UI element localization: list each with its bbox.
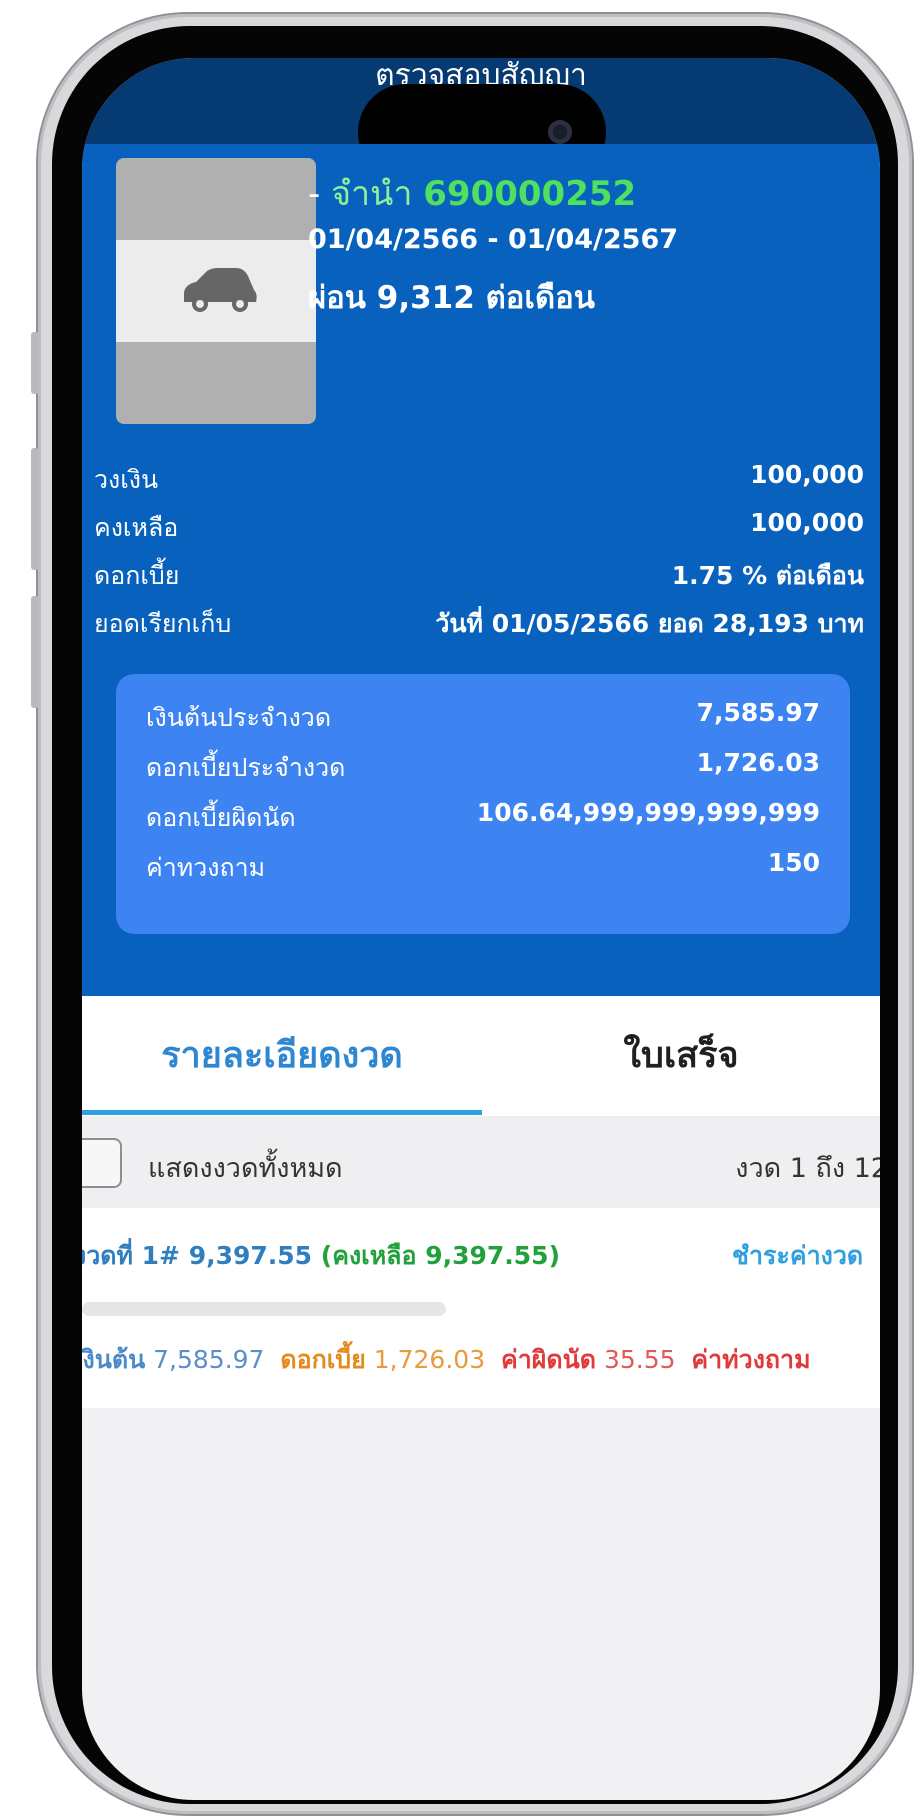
tab-bar: รายละเอียดงวด ใบเสร็จ — [82, 996, 880, 1116]
contract-dash: - — [308, 174, 321, 214]
show-all-checkbox[interactable] — [82, 1138, 122, 1188]
installment-value: 7,585.97 — [696, 698, 820, 727]
installment-row-late-interest: ดอกเบี้ยผิดนัด 106.64,999,999,999,999 — [146, 794, 820, 836]
installment-row-interest: ดอกเบี้ยประจำงวด 1,726.03 — [146, 744, 820, 786]
contract-number: 690000252 — [423, 174, 637, 214]
screen: ตรวจสอบสัญญา - จำนำ 690000252 01/04/2566… — [82, 58, 880, 1800]
installment-remaining: (คงเหลือ 9,397.55) — [320, 1241, 561, 1270]
car-image-band — [116, 240, 316, 342]
installment-number-amount: งวดที่ 1# 9,397.55 — [82, 1241, 313, 1270]
contract-type: จำนำ — [331, 174, 413, 214]
summary-label: วงเงิน — [94, 465, 159, 494]
contract-period: 01/04/2566 - 01/04/2567 — [308, 224, 679, 255]
car-icon — [184, 268, 257, 312]
interest-value: 1,726.03 — [373, 1345, 486, 1374]
installment-label: ดอกเบี้ยประจำงวด — [146, 753, 346, 782]
installment-value: 1,726.03 — [696, 748, 820, 777]
car-thumbnail[interactable] — [116, 158, 316, 424]
camera-icon — [548, 120, 572, 144]
summary-value: 100,000 — [750, 460, 864, 489]
summary-label: คงเหลือ — [94, 513, 179, 542]
summary-label: ดอกเบี้ย — [94, 561, 180, 590]
interest-label: ดอกเบี้ย — [280, 1345, 366, 1374]
installment-row-collection-fee: ค่าทวงถาม 150 — [146, 844, 820, 886]
contract-heading: - จำนำ 690000252 — [308, 166, 636, 220]
contract-installment: ผ่อน 9,312 ต่อเดือน — [308, 280, 595, 316]
tab-receipts[interactable]: ใบเสร็จ — [482, 996, 880, 1116]
principal-label: เงินต้น — [82, 1345, 146, 1374]
volume-up-button — [31, 448, 39, 570]
summary-row-billing: ยอดเรียกเก็บ วันที่ 01/05/2566 ยอด 28,19… — [94, 598, 864, 642]
installment-breakdown: เงินต้น 7,585.97 ดอกเบี้ย 1,726.03 ค่าผิ… — [82, 1340, 811, 1380]
summary-value: 1.75 % ต่อเดือน — [671, 561, 864, 590]
active-tab-indicator — [82, 1110, 482, 1115]
late-fee-label: ค่าผิดนัด — [501, 1345, 596, 1374]
payment-progress-bar — [82, 1302, 446, 1316]
installment-value: 150 — [767, 848, 820, 877]
volume-down-button — [31, 596, 39, 708]
installment-row-principal: เงินต้นประจำงวด 7,585.97 — [146, 694, 820, 736]
installment-label: ค่าทวงถาม — [146, 853, 266, 882]
installment-breakdown-box: เงินต้นประจำงวด 7,585.97 ดอกเบี้ยประจำงว… — [116, 674, 850, 934]
summary-row-limit: วงเงิน 100,000 — [94, 454, 864, 498]
show-all-label: แสดงงวดทั้งหมด — [148, 1153, 343, 1184]
installment-label: ดอกเบี้ยผิดนัด — [146, 803, 296, 832]
summary-value: 100,000 — [750, 508, 864, 537]
installment-label: เงินต้นประจำงวด — [146, 703, 332, 732]
installment-value: 106.64,999,999,999,999 — [476, 798, 820, 827]
collection-fee-label: ค่าท่วงถาม — [691, 1345, 811, 1374]
filter-bar: แสดงงวดทั้งหมด งวด 1 ถึง 12 — [82, 1116, 880, 1208]
summary-row-interest: ดอกเบี้ย 1.75 % ต่อเดือน — [94, 550, 864, 594]
pay-installment-button[interactable]: ชำระค่างวด — [732, 1236, 863, 1276]
principal-value: 7,585.97 — [153, 1345, 265, 1374]
silent-switch — [31, 332, 39, 394]
installment-title: งวดที่ 1# 9,397.55 (คงเหลือ 9,397.55) — [82, 1236, 560, 1276]
late-fee-value: 35.55 — [603, 1345, 676, 1374]
summary-row-remaining: คงเหลือ 100,000 — [94, 502, 864, 546]
summary-value: วันที่ 01/05/2566 ยอด 28,193 บาท — [435, 609, 864, 638]
installment-card[interactable]: งวดที่ 1# 9,397.55 (คงเหลือ 9,397.55) ชำ… — [82, 1208, 880, 1408]
installment-range: งวด 1 ถึง 12 — [735, 1153, 880, 1184]
summary-label: ยอดเรียกเก็บ — [94, 609, 232, 638]
tab-installment-details[interactable]: รายละเอียดงวด — [82, 996, 482, 1116]
